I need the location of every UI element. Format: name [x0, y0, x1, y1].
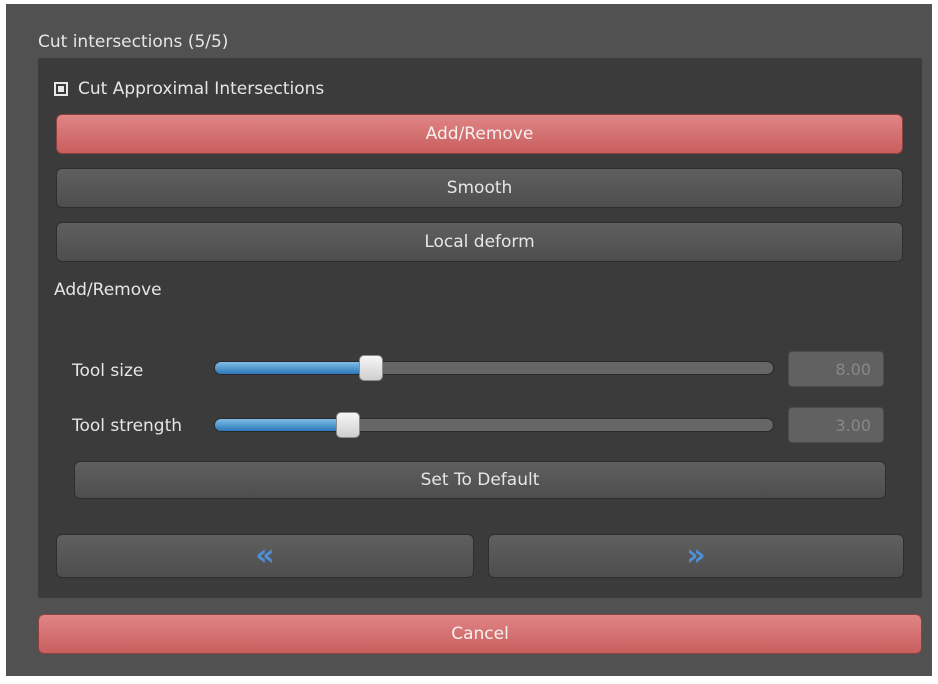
tool-strength-handle[interactable]: [336, 412, 361, 438]
cut-approximal-label: Cut Approximal Intersections: [78, 79, 325, 99]
cut-approximal-checkbox-row[interactable]: Cut Approximal Intersections: [54, 78, 324, 100]
tool-size-handle[interactable]: [358, 355, 383, 381]
mode-section-label: Add/Remove: [54, 280, 162, 300]
checkbox-check-mark: [58, 86, 64, 92]
tool-size-spinbox[interactable]: 8.00: [788, 351, 884, 387]
cut-approximal-checkbox[interactable]: [54, 82, 68, 96]
cancel-button[interactable]: Cancel: [38, 614, 922, 654]
tool-size-fill: [215, 362, 372, 374]
tool-strength-fill: [215, 419, 350, 431]
local-deform-button[interactable]: Local deform: [56, 222, 903, 262]
previous-step-button[interactable]: «: [56, 534, 474, 578]
smooth-button[interactable]: Smooth: [56, 168, 903, 208]
panel-title: Cut intersections (5/5): [38, 32, 229, 52]
chevron-double-right-icon: »: [686, 538, 706, 573]
chevron-double-left-icon: «: [255, 538, 275, 573]
tool-strength-spinbox[interactable]: 3.00: [788, 407, 884, 443]
tool-size-track[interactable]: [214, 361, 774, 375]
tool-strength-label: Tool strength: [72, 416, 183, 436]
next-step-button[interactable]: »: [488, 534, 904, 578]
add-remove-button[interactable]: Add/Remove: [56, 114, 903, 154]
set-to-default-button[interactable]: Set To Default: [74, 461, 886, 499]
tool-size-label: Tool size: [72, 361, 144, 381]
tool-strength-track[interactable]: [214, 418, 774, 432]
